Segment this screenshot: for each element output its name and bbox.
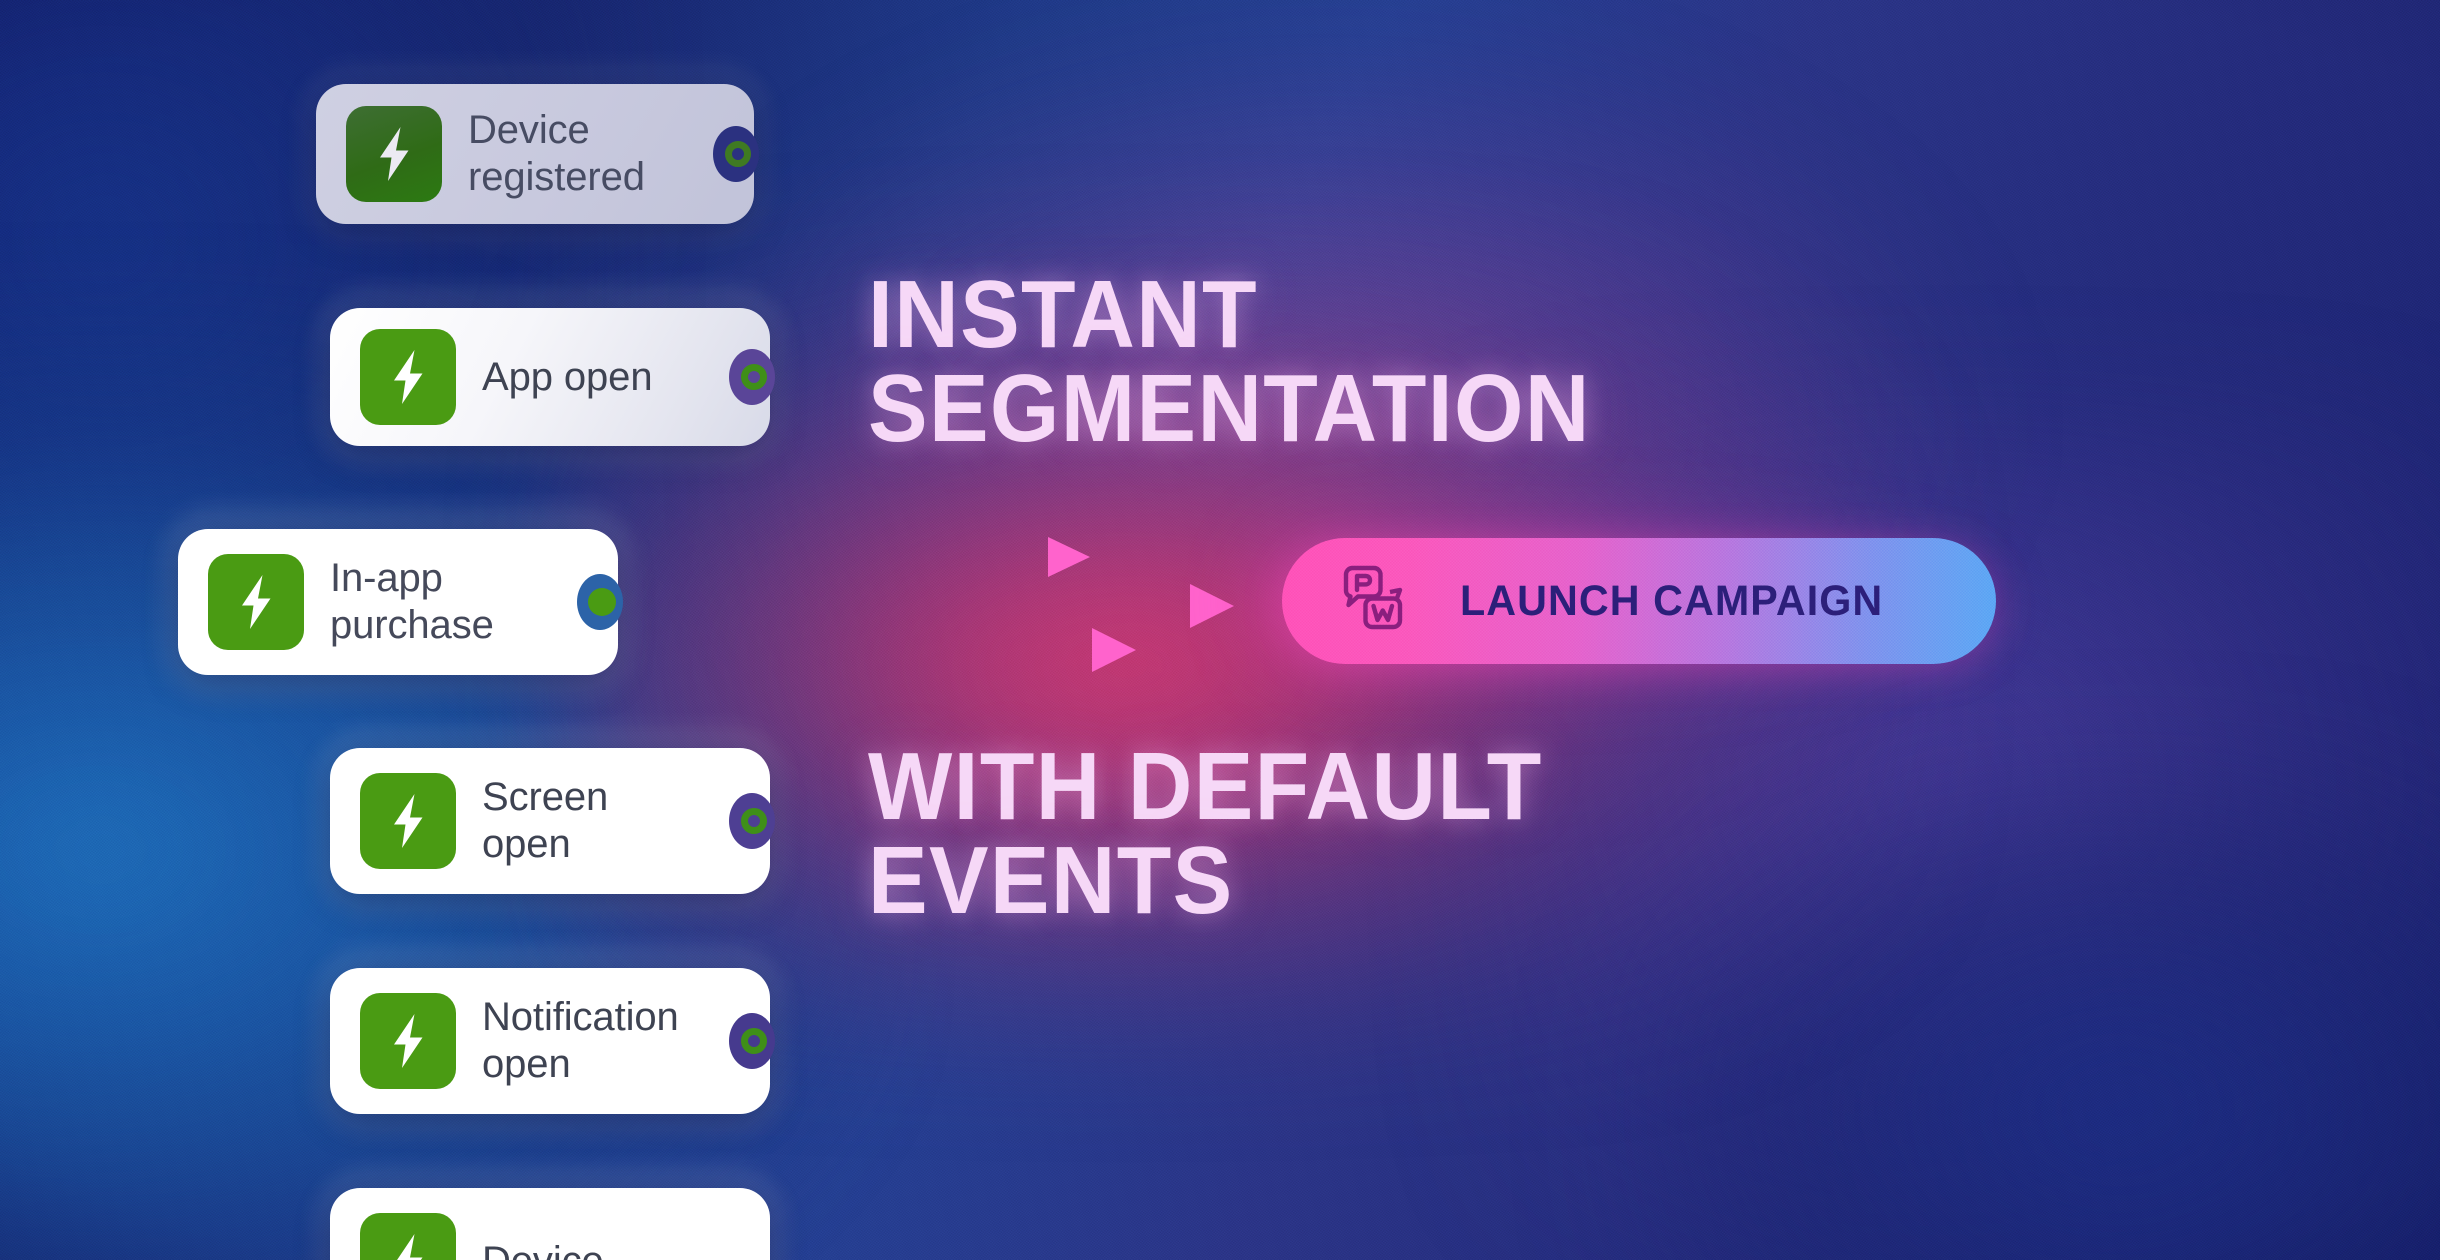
card-surface: Device (330, 1188, 770, 1260)
event-card-app-open[interactable]: App open (314, 286, 786, 468)
launch-campaign-label: Launch campaign (1460, 576, 1884, 625)
event-card-screen-open[interactable]: Screen open (314, 726, 786, 916)
event-card-label: In-app purchase (330, 556, 494, 647)
event-card-label: Screen open (482, 775, 609, 866)
card-surface: Device registered (316, 84, 759, 224)
card-surface: In-app purchase (178, 529, 623, 675)
connector-ring-icon (741, 1028, 767, 1054)
headline-with-default-events: With default events (868, 733, 1543, 935)
lightning-bolt-icon (360, 993, 456, 1089)
promo-graphic-stage: Launch campaign Instant Segmentation Wit… (0, 0, 2440, 1260)
card-connector[interactable] (729, 789, 786, 853)
headline-instant-segmentation: Instant Segmentation (868, 261, 1591, 463)
event-card-label: Device (482, 1238, 604, 1260)
event-card-label: Device registered (468, 108, 645, 199)
lightning-bolt-icon (360, 773, 456, 869)
event-card-notification-open[interactable]: Notification open (314, 946, 786, 1136)
card-connector[interactable] (713, 122, 770, 186)
event-card-list: Device registered App open In-app purcha… (0, 0, 820, 1260)
lightning-bolt-icon (346, 106, 442, 202)
launch-campaign-button[interactable]: Launch campaign (1282, 538, 1996, 664)
event-card-label: App open (482, 354, 653, 399)
pushwoosh-pw-logo-icon (1334, 560, 1412, 643)
lightning-bolt-icon (208, 554, 304, 650)
event-card-device-registered-top[interactable]: Device registered (300, 62, 770, 246)
event-card-in-app-purchase[interactable]: In-app purchase (162, 507, 634, 697)
event-card-label: Notification open (482, 995, 679, 1086)
card-surface: Notification open (330, 968, 775, 1114)
event-card-device-registered-bottom[interactable]: Device (314, 1166, 786, 1260)
connector-dot-icon (588, 588, 616, 616)
card-connector[interactable] (577, 570, 634, 634)
lightning-bolt-icon (360, 329, 456, 425)
connector-ring-icon (741, 808, 767, 834)
connector-ring-icon (725, 141, 751, 167)
card-surface: App open (330, 308, 775, 446)
connector-ring-icon (741, 364, 767, 390)
card-surface: Screen open (330, 748, 775, 894)
lightning-bolt-icon (360, 1213, 456, 1260)
card-connector[interactable] (729, 345, 786, 409)
card-connector[interactable] (729, 1009, 786, 1073)
